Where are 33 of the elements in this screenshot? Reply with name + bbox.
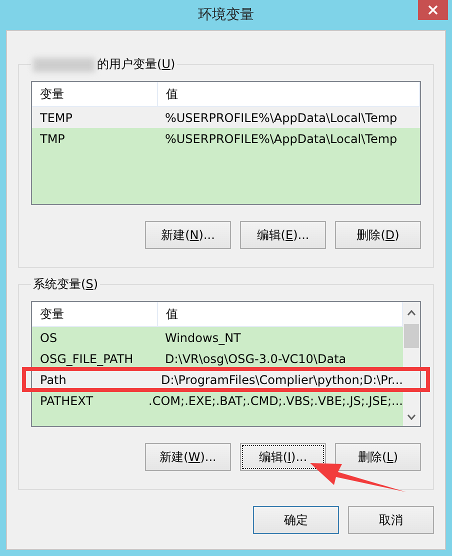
variable-name: PATHEXT — [39, 394, 94, 408]
list-row[interactable]: OSG_FILE_PATH D:\VR\osg\OSG-3.0-VC10\Data — [32, 348, 403, 369]
variable-list[interactable]: 变量 值 TEMP %USERPROFILE%\AppData\Local\Temp TMP %USERPROFILE%\AppData\Local\Temp — [31, 81, 421, 205]
variable-name: TMP — [39, 132, 66, 146]
variable-name: OS — [39, 330, 58, 344]
variable-value: D:\VR\osg\OSG-3.0-VC10\Data — [164, 352, 348, 366]
list-row[interactable]: TMP %USERPROFILE%\AppData\Local\Temp — [32, 128, 420, 149]
dialog-button[interactable]: 确定 — [253, 506, 339, 534]
list-row[interactable]: OS Windows_NT — [32, 327, 403, 348]
column-header[interactable]: 变量 — [32, 82, 158, 106]
action-button[interactable]: 编辑(E)... — [240, 221, 326, 249]
list-row[interactable]: PATHEXT .COM;.EXE;.BAT;.CMD;.VBS;.VBE;.JS;.JSE;... — [32, 390, 403, 411]
variable-value: %USERPROFILE%\AppData\Local\Temp — [164, 132, 398, 146]
action-button[interactable]: 删除(L) — [335, 443, 421, 471]
action-button[interactable]: 删除(D) — [335, 221, 421, 249]
action-button[interactable]: 编辑(I)... — [240, 443, 326, 471]
column-header[interactable]: 值 — [158, 82, 420, 106]
variable-name: OSG_FILE_PATH — [39, 352, 134, 366]
group-label: 的用户变量(U) — [97, 56, 176, 73]
list-row[interactable]: TEMP %USERPROFILE%\AppData\Local\Temp — [32, 107, 420, 128]
action-button[interactable]: 新建(N)... — [145, 221, 231, 249]
variable-value: .COM;.EXE;.BAT;.CMD;.VBS;.VBE;.JS;.JSE;... — [148, 394, 403, 408]
variable-value: D:\ProgramFiles\Complier\python;D:\Pr... — [160, 372, 403, 386]
variable-name: Path — [39, 372, 68, 386]
variable-value: %USERPROFILE%\AppData\Local\Temp — [164, 110, 398, 124]
variable-list[interactable]: 变量 值 OS Windows_NT OSG_FILE_PATH D:\VR\osg\OSG-3.0-VC10\Data Path D:\ProgramFiles\Complier\python;D:\Pr... PATHEXT .COM;.EXE;.BAT;.CMD;.VBS;.VBE;.JS;.JSE;... — [31, 301, 421, 427]
group-label: 系统变量(S) — [33, 276, 98, 293]
variable-value: Windows_NT — [164, 330, 242, 344]
dialog-button[interactable]: 取消 — [348, 506, 434, 534]
column-header[interactable]: 变量 — [32, 302, 158, 326]
variable-name: TEMP — [39, 110, 74, 124]
action-button[interactable]: 新建(W)... — [145, 443, 231, 471]
window-title: 环境变量 — [198, 6, 254, 24]
